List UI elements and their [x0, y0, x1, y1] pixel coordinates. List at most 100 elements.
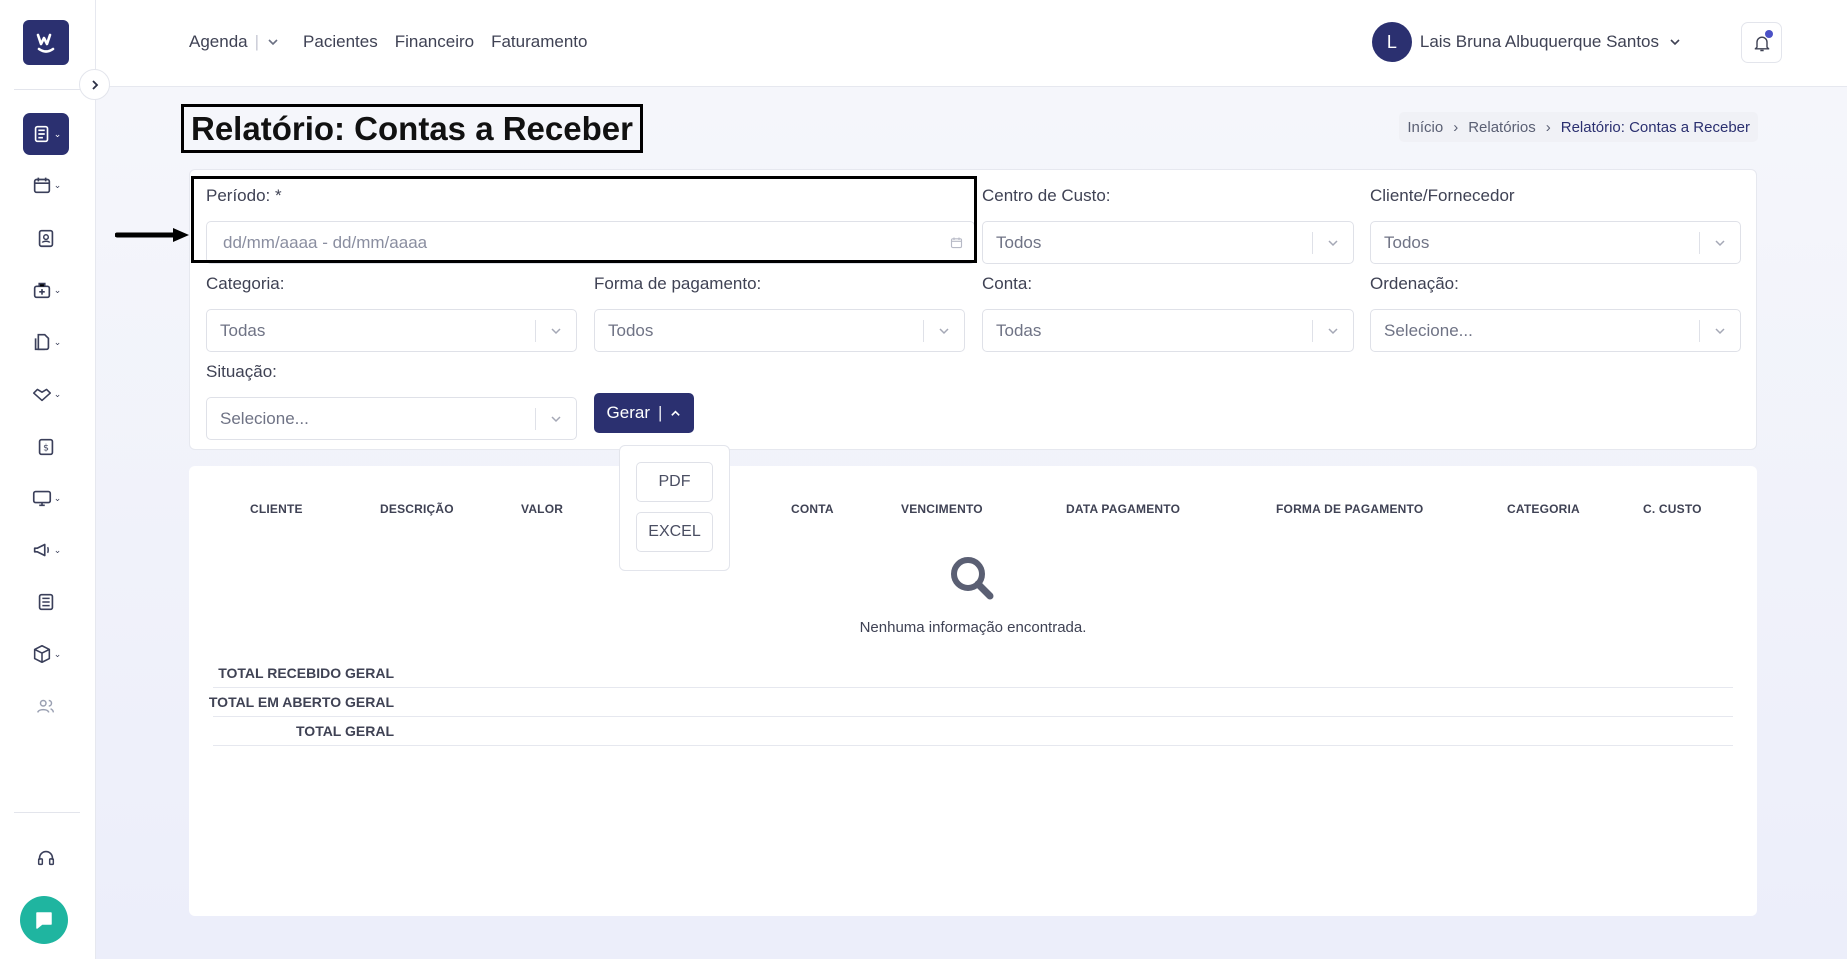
centro-custo-value: Todos: [996, 232, 1042, 252]
sidebar-item-support[interactable]: [23, 837, 69, 879]
medical-case-icon: [33, 282, 50, 299]
chevron-right-icon: ›: [1453, 118, 1459, 136]
conta-value: Todas: [996, 320, 1042, 340]
th-descricao[interactable]: DESCRIÇÃO: [380, 502, 454, 516]
users-icon: [37, 699, 55, 713]
th-data-pagamento[interactable]: DATA PAGAMENTO: [1066, 502, 1180, 516]
export-pdf-option[interactable]: PDF: [636, 462, 713, 502]
chevron-down-icon[interactable]: [267, 36, 279, 48]
th-cliente[interactable]: CLIENTE: [250, 502, 303, 516]
sidebar-item-medical[interactable]: ⌄: [23, 269, 69, 311]
gerar-label: Gerar: [606, 403, 651, 422]
ordenacao-select[interactable]: Selecione...: [1370, 309, 1741, 352]
logo-icon: [36, 33, 55, 53]
total-row: TOTAL EM ABERTO GERAL: [209, 688, 1733, 717]
chevron-down-icon: ⌄: [53, 128, 62, 139]
nav-faturamento[interactable]: Faturamento: [491, 32, 587, 52]
sidebar-item-users[interactable]: [23, 685, 69, 727]
total-row: TOTAL RECEBIDO GERAL: [213, 659, 1733, 688]
th-vencimento[interactable]: VENCIMENTO: [901, 502, 983, 516]
chevron-right-icon: [91, 79, 98, 90]
notification-dot: [1765, 30, 1773, 38]
app-logo[interactable]: [23, 20, 69, 65]
export-excel-option[interactable]: EXCEL: [636, 512, 713, 552]
total-row: TOTAL GERAL: [213, 717, 1733, 746]
forma-pagamento-field: Forma de pagamento: Todos: [594, 274, 965, 352]
th-valor[interactable]: VALOR: [521, 502, 563, 516]
chevron-down-icon: ⌄: [53, 648, 62, 659]
chat-button[interactable]: [20, 896, 68, 944]
notifications-button[interactable]: [1741, 22, 1782, 63]
th-forma-pagamento[interactable]: FORMA DE PAGAMENTO: [1276, 502, 1423, 516]
cliente-fornecedor-label: Cliente/Fornecedor: [1370, 186, 1515, 205]
nav-agenda[interactable]: Agenda: [189, 32, 248, 52]
sidebar-item-documents[interactable]: ⌄: [23, 321, 69, 363]
results-card: CLIENTE DESCRIÇÃO VALOR CONTA VENCIMENTO…: [189, 466, 1757, 916]
chevron-down-icon: [1700, 310, 1740, 351]
chevron-down-icon: ⌄: [53, 179, 62, 190]
chevron-down-icon: ⌄: [53, 284, 62, 295]
documents-icon: [34, 333, 49, 351]
forma-pagamento-select[interactable]: Todos: [594, 309, 965, 352]
chat-icon: [36, 912, 52, 929]
sidebar-item-screen[interactable]: ⌄: [23, 477, 69, 519]
situacao-field: Situação: Selecione...: [206, 362, 577, 440]
chevron-down-icon: ⌄: [53, 388, 62, 399]
chevron-right-icon: ›: [1545, 118, 1551, 136]
nav-financeiro[interactable]: Financeiro: [395, 32, 474, 52]
dollar-icon: $: [38, 438, 54, 456]
sidebar-item-financial[interactable]: $: [23, 426, 69, 468]
conta-label: Conta:: [982, 274, 1033, 293]
chevron-down-icon: [536, 310, 576, 351]
search-icon: [951, 557, 994, 600]
total-recebido-label: TOTAL RECEBIDO GERAL: [218, 665, 394, 681]
avatar: L: [1371, 22, 1412, 62]
chevron-down-icon: [1313, 222, 1353, 263]
categoria-select[interactable]: Todas: [206, 309, 577, 352]
nav-pacientes[interactable]: Pacientes: [303, 32, 378, 52]
sidebar-item-agreements[interactable]: ⌄: [23, 373, 69, 415]
th-conta[interactable]: CONTA: [791, 502, 834, 516]
chevron-down-icon: ⌄: [53, 544, 62, 555]
breadcrumb-home[interactable]: Início: [1407, 119, 1443, 136]
sidebar-item-calendar[interactable]: ⌄: [23, 164, 69, 206]
sidebar-item-inventory[interactable]: ⌄: [23, 633, 69, 675]
th-categoria[interactable]: CATEGORIA: [1507, 502, 1580, 516]
ordenacao-label: Ordenação:: [1370, 274, 1459, 293]
breadcrumb-reports[interactable]: Relatórios: [1468, 119, 1536, 136]
sidebar-item-marketing[interactable]: ⌄: [23, 529, 69, 571]
centro-custo-label: Centro de Custo:: [982, 186, 1111, 205]
breadcrumb: Início › Relatórios › Relatório: Contas …: [1399, 112, 1758, 142]
cliente-fornecedor-field: Cliente/Fornecedor Todos: [1370, 186, 1741, 264]
periodo-highlight: [191, 176, 977, 263]
situacao-value: Selecione...: [220, 408, 309, 428]
user-name: Lais Bruna Albuquerque Santos: [1419, 32, 1659, 51]
sidebar-toggle-button[interactable]: [79, 69, 110, 100]
cliente-fornecedor-select[interactable]: Todos: [1370, 221, 1741, 264]
centro-custo-select[interactable]: Todos: [982, 221, 1354, 264]
chevron-down-icon: [536, 398, 576, 439]
page-title: Relatório: Contas a Receber: [181, 104, 643, 153]
categoria-value: Todas: [220, 320, 266, 340]
sidebar-item-reports[interactable]: ⌄: [23, 113, 69, 155]
cliente-fornecedor-value: Todos: [1384, 232, 1430, 252]
user-menu[interactable]: L Lais Bruna Albuquerque Santos: [1371, 22, 1681, 62]
total-aberto-label: TOTAL EM ABERTO GERAL: [208, 694, 394, 710]
svg-text:$: $: [43, 443, 49, 454]
empty-message: Nenhuma informação encontrada.: [859, 619, 1087, 636]
ordenacao-value: Selecione...: [1384, 320, 1473, 340]
gerar-button[interactable]: Gerar |: [594, 393, 694, 433]
conta-select[interactable]: Todas: [982, 309, 1354, 352]
chevron-down-icon: ⌄: [53, 336, 62, 347]
situacao-select[interactable]: Selecione...: [206, 397, 577, 440]
chevron-down-icon: [1313, 310, 1353, 351]
categoria-label: Categoria:: [206, 274, 285, 293]
situacao-label: Situação:: [206, 362, 277, 381]
sidebar-item-news[interactable]: [23, 581, 69, 623]
chevron-down-icon: [924, 310, 964, 351]
th-c-custo[interactable]: C. CUSTO: [1643, 502, 1702, 516]
sidebar-item-patients[interactable]: [23, 217, 69, 259]
reports-icon: [34, 125, 49, 143]
forma-pagamento-label: Forma de pagamento:: [594, 274, 762, 293]
centro-custo-field: Centro de Custo: Todos: [982, 186, 1354, 264]
